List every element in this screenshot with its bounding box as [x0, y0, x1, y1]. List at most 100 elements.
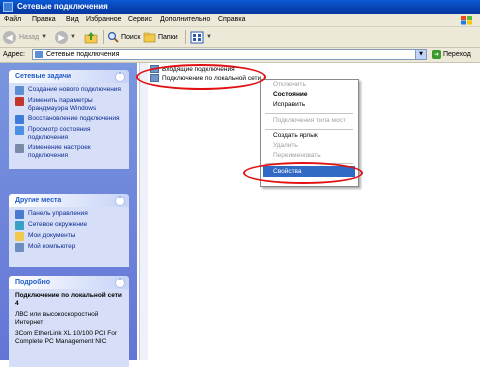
- ctx-separator: [265, 129, 353, 130]
- title-bar: Сетевые подключения: [0, 0, 480, 14]
- address-input[interactable]: Сетевые подключения ▼: [32, 49, 427, 60]
- other-places-body: Панель управления Сетевое окружение Мои …: [9, 207, 129, 267]
- details-connection-name: Подключение по локальной сети 4: [15, 292, 122, 307]
- collapse-chevron-icon[interactable]: ˆ: [115, 278, 125, 288]
- place-label: Мои документы: [28, 232, 76, 239]
- annotation-ellipse-properties: [243, 162, 363, 184]
- place-my-documents[interactable]: Мои документы: [15, 232, 125, 241]
- task-create-connection[interactable]: Создание нового подключения: [15, 86, 125, 95]
- control-panel-icon: [15, 210, 24, 219]
- firewall-icon: [15, 97, 24, 106]
- network-connections-icon: [3, 2, 13, 12]
- collapse-chevron-icon[interactable]: ˆ: [115, 72, 125, 82]
- ctx-rename[interactable]: Переименовать: [273, 152, 321, 159]
- task-label: Изменение настроек подключения: [28, 144, 91, 159]
- menu-help[interactable]: Справка: [218, 16, 245, 23]
- task-firewall-settings[interactable]: Изменить параметры брандмауэра Windows: [15, 97, 125, 113]
- address-value: Сетевые подключения: [46, 51, 120, 58]
- ctx-status[interactable]: Состояние: [273, 91, 308, 98]
- annotation-ellipse-connection: [136, 64, 266, 90]
- other-places-panel: Другие места ˆ Панель управления Сетевое…: [9, 194, 129, 267]
- task-label: Создание нового подключения: [28, 86, 121, 93]
- menu-file[interactable]: Файл: [4, 16, 21, 23]
- place-network-neighborhood[interactable]: Сетевое окружение: [15, 221, 125, 230]
- place-control-panel[interactable]: Панель управления: [15, 210, 125, 219]
- other-places-header[interactable]: Другие места ˆ: [9, 194, 129, 207]
- details-body: Подключение по локальной сети 4 ЛВС или …: [9, 289, 129, 367]
- views-button[interactable]: ▼: [190, 29, 212, 45]
- place-label: Сетевое окружение: [28, 221, 88, 228]
- details-header[interactable]: Подробно ˆ: [9, 276, 129, 289]
- forward-button[interactable]: ▶ ▼: [55, 29, 76, 45]
- window-title: Сетевые подключения: [17, 2, 108, 11]
- other-places-title: Другие места: [15, 197, 62, 204]
- folders-icon: [143, 32, 156, 43]
- network-tasks-title: Сетевые задачи: [15, 73, 72, 80]
- repair-icon: [15, 115, 24, 124]
- menu-favorites[interactable]: Избранное: [86, 16, 121, 23]
- settings-icon: [15, 144, 24, 153]
- status-icon: [15, 126, 24, 135]
- ctx-create-shortcut[interactable]: Создать ярлык: [273, 132, 318, 139]
- network-tasks-header[interactable]: Сетевые задачи ˆ: [9, 70, 129, 83]
- back-button[interactable]: ◀ Назад ▼: [3, 29, 47, 45]
- folders-label: Папки: [158, 33, 178, 41]
- folders-button[interactable]: Папки: [143, 29, 178, 45]
- back-arrow-icon: ◀: [3, 30, 16, 44]
- chevron-down-icon: ▼: [70, 34, 76, 40]
- search-button[interactable]: Поиск: [107, 29, 140, 45]
- network-tasks-body: Создание нового подключения Изменить пар…: [9, 83, 129, 169]
- chevron-down-icon: ▼: [206, 34, 212, 40]
- network-neighborhood-icon: [15, 221, 24, 230]
- address-bar: Адрес: Сетевые подключения ▼ ➜ Переход: [0, 48, 480, 63]
- address-label: Адрес:: [3, 51, 25, 58]
- place-label: Мой компьютер: [28, 243, 76, 250]
- collapse-chevron-icon[interactable]: ˆ: [115, 196, 125, 206]
- address-dropdown-button[interactable]: ▼: [415, 50, 426, 59]
- search-label: Поиск: [121, 33, 141, 41]
- views-icon: [190, 31, 204, 43]
- task-view-status[interactable]: Просмотр состояния подключения: [15, 126, 125, 142]
- task-repair-connection[interactable]: Восстановление подключения: [15, 115, 125, 124]
- ctx-bridge[interactable]: Подключения типа мост: [273, 117, 346, 124]
- up-button[interactable]: [84, 29, 98, 45]
- task-label: Просмотр состояния подключения: [28, 126, 91, 141]
- details-panel: Подробно ˆ Подключение по локальной сети…: [9, 276, 129, 367]
- my-documents-icon: [15, 232, 24, 241]
- back-label: Назад: [19, 33, 40, 41]
- forward-arrow-icon: ▶: [55, 30, 68, 44]
- ctx-separator: [265, 113, 353, 114]
- toolbar-separator: [103, 30, 104, 44]
- task-change-settings[interactable]: Изменение настроек подключения: [15, 144, 125, 160]
- place-my-computer[interactable]: Мой компьютер: [15, 243, 125, 252]
- task-label: Изменить параметры брандмауэра Windows: [28, 97, 97, 112]
- details-title: Подробно: [15, 279, 51, 286]
- task-pane: Сетевые задачи ˆ Создание нового подключ…: [0, 63, 137, 367]
- my-computer-icon: [15, 243, 24, 252]
- menu-edit[interactable]: Правка: [32, 16, 56, 23]
- network-folder-icon: [35, 51, 43, 58]
- menu-tools[interactable]: Сервис: [128, 16, 152, 23]
- pane-scrollbar[interactable]: [139, 63, 148, 360]
- search-icon: [107, 31, 119, 43]
- ctx-delete[interactable]: Удалить: [273, 142, 298, 149]
- menu-advanced[interactable]: Дополнительно: [160, 16, 210, 23]
- task-label: Восстановление подключения: [28, 115, 120, 122]
- details-device: 3Com EtherLink XL 10/100 PCI For Complet…: [15, 330, 118, 345]
- windows-logo-icon: [461, 16, 472, 25]
- go-label: Переход: [443, 51, 471, 58]
- go-button[interactable]: ➜ Переход: [432, 50, 471, 59]
- folder-up-icon: [84, 31, 98, 43]
- new-connection-icon: [15, 86, 24, 95]
- menu-bar: Файл Правка Вид Избранное Сервис Дополни…: [0, 14, 480, 27]
- go-arrow-icon: ➜: [432, 50, 441, 59]
- place-label: Панель управления: [28, 210, 88, 217]
- toolbar: ◀ Назад ▼ ▶ ▼ Поиск Папки ▼: [0, 27, 480, 48]
- chevron-down-icon: ▼: [41, 34, 48, 40]
- menu-view[interactable]: Вид: [66, 16, 79, 23]
- network-tasks-panel: Сетевые задачи ˆ Создание нового подключ…: [9, 70, 129, 169]
- toolbar-separator: [185, 30, 186, 44]
- details-connection-type: ЛВС или высокоскоростной Интернет: [15, 311, 99, 326]
- ctx-repair[interactable]: Исправить: [273, 101, 305, 108]
- ctx-disable[interactable]: Отключить: [273, 81, 306, 88]
